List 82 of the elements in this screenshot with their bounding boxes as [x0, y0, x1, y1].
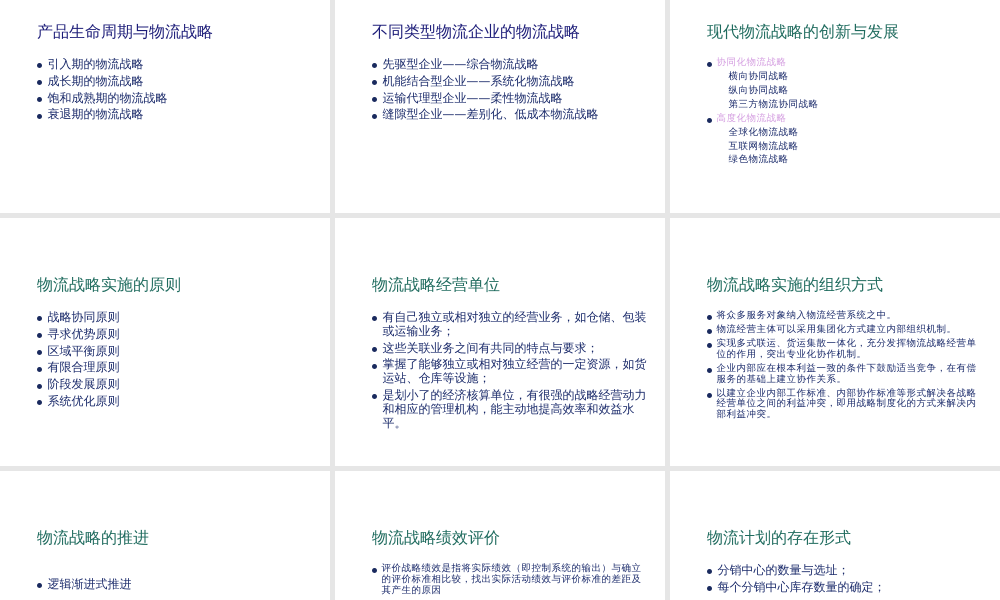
bullet-icon	[37, 333, 42, 338]
bullet-text: 互联网物流战略	[728, 142, 798, 152]
slide-title: 物流战略实施的原则	[37, 275, 182, 295]
bullet-text: 每个分销中心库存数量的确定；	[717, 580, 886, 595]
bullet-text: 评价战略绩效是指将实际绩效（即控制系统的输出）与确立的评价标准相比较，找出实际活动绩效与评价标准的差距及其产生的原因	[381, 564, 642, 597]
bullet-text: 第三方物流协同战略	[728, 100, 818, 111]
bullet-text: 缝隙型企业——差别化、低成本物流战略	[382, 108, 598, 122]
slide-thumbnail[interactable]: 物流战略实施的原则 战略协同原则 寻求优势原则 区域平衡原则 有限合理原则 阶段发展原则 系统优化原则	[0, 218, 330, 466]
bullet-text: 企业内部应在根本利益一致的条件下鼓励适当竞争，在有偿服务的基础上建立协作关系。	[716, 364, 978, 386]
bullet-icon	[37, 366, 42, 372]
bullet-icon	[37, 96, 42, 102]
bullet-text: 有限合理原则	[47, 361, 120, 376]
slide-title: 物流战略绩效评价	[372, 528, 501, 548]
bullet-icon	[707, 343, 712, 348]
bullet-text: 协同化物流战略	[716, 58, 786, 69]
bullet-text: 全球化物流战略	[728, 128, 798, 139]
bullet-icon	[37, 114, 42, 119]
slide-title: 产品生命周期与物流战略	[37, 22, 214, 42]
bullet-icon	[707, 368, 712, 373]
bullet-text: 以建立企业内部工作标准、内部协作标准等形式解决各战略经营单位之间的利益冲突，即用战略制度化的方式来解决内部利益冲突。	[716, 388, 978, 422]
slide-title: 不同类型物流企业的物流战略	[372, 22, 581, 42]
bullet-text: 成长期的物流战略	[47, 74, 144, 89]
bullet-text: 引入期的物流战略	[47, 58, 144, 72]
bullet-text: 高度化物流战略	[716, 114, 786, 125]
bullet-text: 战略协同原则	[47, 311, 120, 325]
slide-thumbnail[interactable]: 物流战略绩效评价 评价战略绩效是指将实际绩效（即控制系统的输出）与确立的评价标准相比较，找出实际活动绩效与评价标准的差距及其产生的原因	[335, 471, 665, 600]
bullet-icon	[372, 364, 377, 369]
bullet-icon	[372, 114, 377, 119]
bullet-icon	[37, 80, 42, 86]
bullet-text: 运输代理型企业——柔性物流战略	[382, 92, 562, 106]
bullet-text: 饱和成熟期的物流战略	[47, 92, 168, 106]
bullet-text: 阶段发展原则	[47, 378, 120, 392]
bullet-text: 分销中心的数量与选址；	[717, 564, 850, 578]
bullet-text: 绿色物流战略	[728, 155, 788, 166]
bullet-text: 衰退期的物流战略	[47, 108, 144, 122]
bullet-icon	[37, 63, 42, 68]
bullet-icon	[372, 316, 377, 322]
bullet-icon	[372, 63, 377, 68]
bullet-text: 实现多式联运、货运集散一体化，充分发挥物流战略经营单位的作用，突出专业化协作机制。	[716, 338, 978, 361]
bullet-icon	[37, 350, 42, 355]
bullet-icon	[707, 586, 712, 592]
bullet-text: 先驱型企业——综合物流战略	[382, 58, 538, 72]
bullet-text: 寻求优势原则	[47, 328, 120, 342]
bullet-text: 系统优化原则	[47, 394, 120, 409]
bullet-text: 区域平衡原则	[47, 344, 120, 358]
slide-title: 物流战略的推进	[37, 528, 150, 548]
bullet-text: 这些关联业务之间有共同的特点与要求；	[382, 342, 598, 356]
bullet-text: 机能结合型企业——系统化物流战略	[382, 74, 574, 89]
slide-thumbnail[interactable]: 现代物流战略的创新与发展 协同化物流战略 横向协同战略 纵向协同战略 第三方物流协同战略 高度化物流战略 全球化物流战略 互联网物流战略 绿色物流战略	[670, 0, 1000, 213]
bullet-text: 逻辑渐进式推进	[47, 578, 132, 592]
bullet-text: 物流经营主体可以采用集团化方式建立内部组织机制。	[716, 324, 956, 336]
bullet-icon	[372, 394, 377, 400]
bullet-icon	[707, 118, 712, 123]
bullet-icon	[707, 62, 712, 68]
bullet-icon	[37, 316, 42, 322]
slide-title: 物流战略实施的组织方式	[707, 275, 884, 295]
slide-title: 物流战略经营单位	[372, 275, 501, 295]
bullet-icon	[372, 568, 377, 574]
bullet-icon	[707, 392, 712, 398]
slide-thumbnail[interactable]: 不同类型物流企业的物流战略 先驱型企业——综合物流战略 机能结合型企业——系统化物流战略 运输代理型企业——柔性物流战略 缝隙型企业——差别化、低成本物流战略	[335, 0, 665, 213]
bullet-icon	[372, 346, 377, 352]
bullet-text: 将众多服务对象纳入物流经营系统之中。	[716, 311, 896, 322]
slide-thumbnail[interactable]: 物流战略实施的组织方式 将众多服务对象纳入物流经营系统之中。 物流经营主体可以采用集团化方式建立内部组织机制。 实现多式联运、货运集散一体化，充分发挥物流战略经营单位的作用，突出专业化协作机制。 企业内部应在根本利益一致的条件下鼓励适当竞争，在有偿服务的基础上建立协作关系。 以建立企业内部工作标准、内部协作标准等形式解决各战略经营单位之间的利益冲突，即用战略制度化的方式来解决内部利益冲突。	[670, 218, 1000, 466]
slide-title: 现代物流战略的创新与发展	[707, 22, 900, 42]
slide-thumbnail[interactable]: 产品生命周期与物流战略 引入期的物流战略 成长期的物流战略 饱和成熟期的物流战略 衰退期的物流战略	[0, 0, 330, 213]
bullet-text: 是划小了的经济核算单位，有很强的战略经营动力和相应的管理机构，能主动地提高效率和效益水平。	[382, 388, 648, 430]
bullet-text: 掌握了能够独立或相对独立经营的一定资源，如货运站、仓库等设施；	[382, 358, 648, 386]
bullet-text: 有自己独立或相对独立的经营业务，如仓储、包装或运输业务；	[382, 311, 648, 339]
bullet-text: 纵向协同战略	[728, 86, 788, 97]
slide-title: 物流计划的存在形式	[707, 528, 852, 548]
slide-thumbnail[interactable]: 物流战略经营单位 有自己独立或相对独立的经营业务，如仓储、包装或运输业务； 这些关联业务之间有共同的特点与要求； 掌握了能够独立或相对独立经营的一定资源，如货运站、仓库等设施； 是划小了的经济核算单位，有很强的战略经营动力和相应的管理机构，能主动地提高效率和效益水平。	[335, 218, 665, 466]
slide-thumbnail[interactable]: 物流计划的存在形式 分销中心的数量与选址； 每个分销中心库存数量的确定；	[670, 471, 1000, 600]
bullet-icon	[707, 329, 712, 334]
bullet-icon	[372, 80, 377, 86]
bullet-text: 横向协同战略	[728, 72, 788, 83]
bullet-icon	[37, 400, 42, 406]
bullet-icon	[707, 315, 712, 320]
slide-thumbnail[interactable]: 物流战略的推进 逻辑渐进式推进	[0, 471, 330, 600]
bullet-icon	[372, 96, 377, 102]
bullet-icon	[37, 384, 42, 389]
bullet-icon	[37, 583, 42, 588]
bullet-icon	[707, 569, 712, 574]
